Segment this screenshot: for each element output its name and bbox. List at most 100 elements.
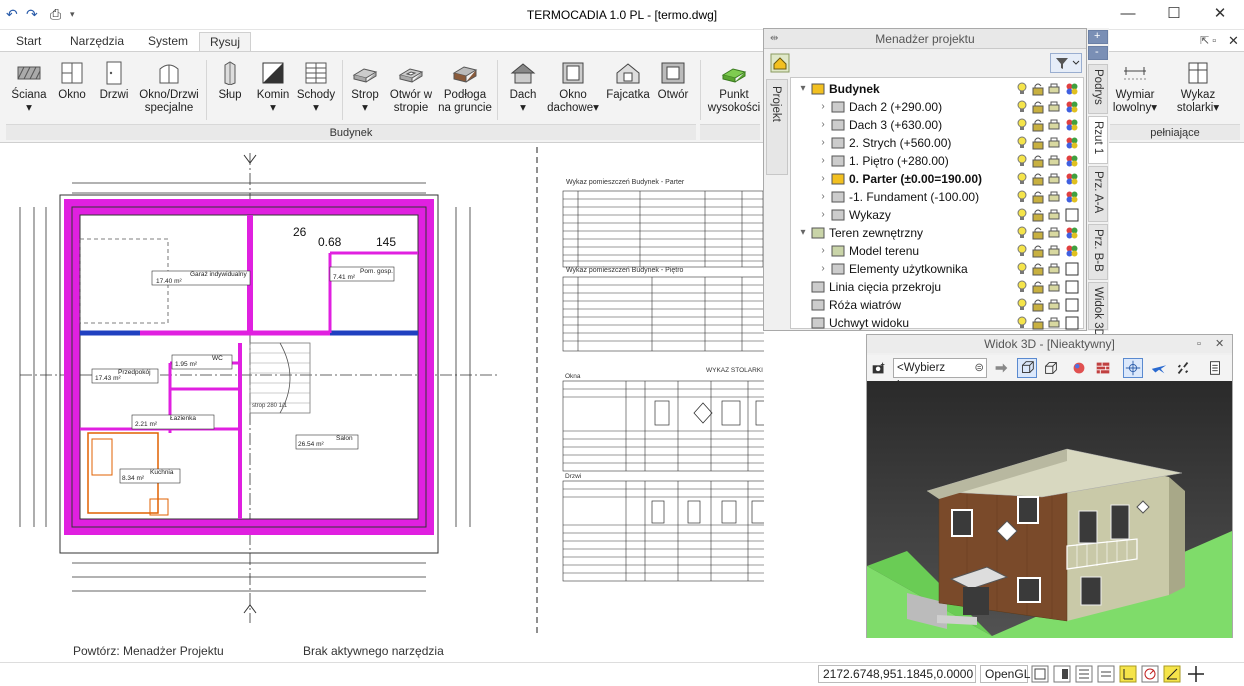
visibility-bulb-icon[interactable] (1015, 208, 1029, 222)
tab-narzedzia[interactable]: Narzędzia (60, 32, 134, 52)
tree-item[interactable]: ▾ Teren zewnętrzny (791, 224, 1085, 242)
print-state-icon[interactable] (1047, 316, 1061, 330)
ground-floor-button[interactable]: Podłoga na gruncie (436, 58, 494, 115)
lock-icon[interactable] (1031, 190, 1045, 204)
expand-toggle-icon[interactable]: › (817, 98, 829, 116)
tab-system[interactable]: System (138, 32, 198, 52)
tree-item[interactable]: ▾ Budynek (791, 80, 1085, 98)
door-button[interactable]: Drzwi (96, 58, 132, 102)
color-state-icon[interactable] (1065, 136, 1079, 150)
tree-item[interactable]: › Elementy użytkownika (791, 260, 1085, 278)
tab-rysuj[interactable]: Rysuj (199, 32, 252, 52)
color-state-icon[interactable] (1065, 298, 1079, 312)
tab-podrys[interactable]: Podrys (1088, 64, 1108, 114)
color-state-icon[interactable] (1065, 154, 1079, 168)
roof-button[interactable]: Dach ▾ (502, 58, 544, 115)
render-material-icon[interactable] (1069, 358, 1089, 378)
tab-rzut-1[interactable]: Rzut 1 (1088, 116, 1108, 164)
color-state-icon[interactable] (1065, 244, 1079, 258)
lock-icon[interactable] (1031, 82, 1045, 96)
visibility-bulb-icon[interactable] (1015, 298, 1029, 312)
close-button[interactable]: ✕ (1210, 4, 1230, 24)
lock-icon[interactable] (1031, 208, 1045, 222)
repeat-command-text[interactable]: Powtórz: Menadżer Projektu (73, 644, 224, 658)
expand-toggle-icon[interactable]: ▾ (797, 224, 809, 242)
tab-start[interactable]: Start (6, 32, 51, 52)
lock-icon[interactable] (1031, 316, 1045, 330)
print-state-icon[interactable] (1047, 298, 1061, 312)
expand-toggle-icon[interactable]: › (817, 242, 829, 260)
print-state-icon[interactable] (1047, 280, 1061, 294)
chimney-button[interactable]: Komin ▾ (252, 58, 294, 115)
view3d-close-icon[interactable]: ✕ (1215, 335, 1224, 353)
ribbon-pin-icon[interactable]: ⇱ ▫ (1200, 34, 1216, 47)
lock-icon[interactable] (1031, 244, 1045, 258)
lock-icon[interactable] (1031, 136, 1045, 150)
lock-icon[interactable] (1031, 154, 1045, 168)
joinery-list-button[interactable]: Wykaz stolarki▾ (1172, 58, 1224, 115)
print-state-icon[interactable] (1047, 226, 1061, 240)
tree-item[interactable]: › 0. Parter (±0.00=190.00) (791, 170, 1085, 188)
tab-widok-3d[interactable]: Widok 3D (1088, 282, 1108, 337)
walk-icon[interactable] (1173, 358, 1193, 378)
print-state-icon[interactable] (1047, 190, 1061, 204)
arrow-right-icon[interactable] (991, 358, 1011, 378)
lock-icon[interactable] (1031, 262, 1045, 276)
lock-icon[interactable] (1031, 280, 1045, 294)
axonometric-icon[interactable] (1041, 358, 1061, 378)
dimension-button[interactable]: Wymiar lowolny▾ (1110, 58, 1160, 115)
column-button[interactable]: Słup (212, 58, 248, 102)
print-state-icon[interactable] (1047, 136, 1061, 150)
color-state-icon[interactable] (1065, 118, 1079, 132)
fly-icon[interactable] (1149, 358, 1169, 378)
tree-item[interactable]: › Wykazy (791, 206, 1085, 224)
tree-item[interactable]: Linia cięcia przekroju (791, 278, 1085, 296)
tree-item[interactable]: › Dach 3 (+630.00) (791, 116, 1085, 134)
tree-item[interactable]: › Model terenu (791, 242, 1085, 260)
visibility-bulb-icon[interactable] (1015, 136, 1029, 150)
expand-toggle-icon[interactable]: › (817, 260, 829, 278)
color-state-icon[interactable] (1065, 100, 1079, 114)
print-state-icon[interactable] (1047, 172, 1061, 186)
tree-item[interactable]: › -1. Fundament (-100.00) (791, 188, 1085, 206)
drawing-canvas[interactable]: Wykaz pomieszczeń Budynek - Parter Wykaz… (0, 143, 764, 638)
visibility-bulb-icon[interactable] (1015, 262, 1029, 276)
tree-item[interactable]: Uchwyt widoku (791, 314, 1085, 332)
print-state-icon[interactable] (1047, 208, 1061, 222)
visibility-bulb-icon[interactable] (1015, 82, 1029, 96)
print-state-icon[interactable] (1047, 244, 1061, 258)
roof-window-button[interactable]: Okno dachowe▾ (544, 58, 602, 115)
visibility-bulb-icon[interactable] (1015, 280, 1029, 294)
tab-prz-b-b[interactable]: Prz. B-B (1088, 224, 1108, 280)
lock-icon[interactable] (1031, 226, 1045, 240)
print-state-icon[interactable] (1047, 262, 1061, 276)
project-manager-header[interactable]: ⇹ Menadżer projektu (764, 29, 1086, 49)
view3d-restore-icon[interactable]: ▫ (1197, 335, 1201, 353)
color-state-icon[interactable] (1065, 226, 1079, 240)
color-state-icon[interactable] (1065, 280, 1079, 294)
expand-toggle-icon[interactable]: › (817, 116, 829, 134)
wall-button[interactable]: Ściana ▾ (6, 58, 52, 115)
visibility-bulb-icon[interactable] (1015, 244, 1029, 258)
color-state-icon[interactable] (1065, 82, 1079, 96)
special-window-button[interactable]: Okno/Drzwi specjalne (136, 58, 202, 115)
color-state-icon[interactable] (1065, 316, 1079, 330)
visibility-bulb-icon[interactable] (1015, 316, 1029, 330)
lock-icon[interactable] (1031, 118, 1045, 132)
expand-toggle-icon[interactable]: › (817, 188, 829, 206)
expand-toggle-icon[interactable]: › (817, 170, 829, 188)
projekt-vertical-tab[interactable]: Projekt (766, 79, 788, 175)
color-state-icon[interactable] (1065, 208, 1079, 222)
filter-dropdown-icon[interactable] (1050, 53, 1082, 73)
slab-opening-button[interactable]: Otwór w stropie (386, 58, 436, 115)
color-state-icon[interactable] (1065, 172, 1079, 186)
visibility-bulb-icon[interactable] (1015, 190, 1029, 204)
ribbon-close-icon[interactable]: ✕ (1228, 33, 1239, 49)
view3d-scene[interactable] (867, 381, 1232, 655)
slab-button[interactable]: Strop ▾ (346, 58, 384, 115)
minimize-button[interactable]: — (1118, 4, 1138, 24)
building-add-icon[interactable] (770, 53, 790, 73)
visibility-bulb-icon[interactable] (1015, 226, 1029, 240)
panel-remove-icon[interactable]: - (1088, 46, 1108, 60)
lock-icon[interactable] (1031, 298, 1045, 312)
